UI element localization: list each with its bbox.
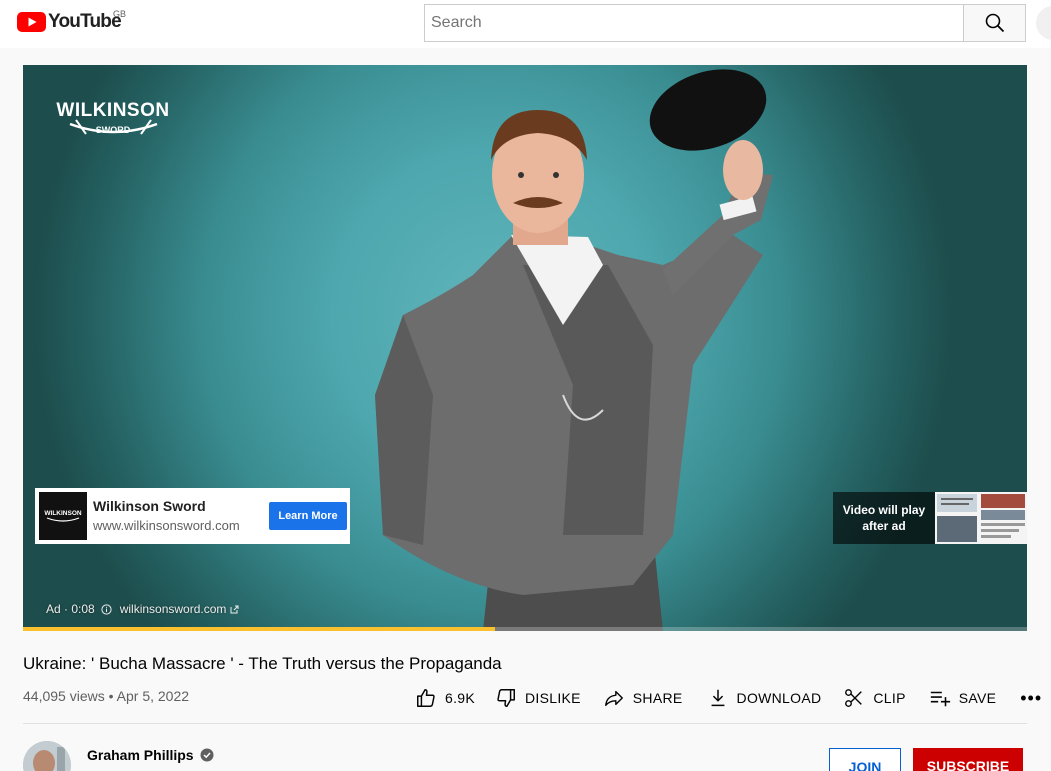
save-label: SAVE — [958, 690, 997, 706]
thumbs-up-icon — [417, 689, 435, 707]
ad-video-figure — [375, 69, 773, 631]
voice-search-button[interactable] — [1036, 6, 1051, 40]
channel-name[interactable]: Graham Phillips — [87, 747, 194, 763]
country-code: GB — [113, 9, 127, 19]
search-input[interactable] — [425, 5, 964, 41]
search-box — [424, 4, 964, 42]
youtube-logo[interactable]: YouTube — [17, 11, 122, 33]
dislike-button[interactable]: DISLIKE — [495, 687, 581, 709]
upcoming-video-thumbnail — [935, 492, 1027, 544]
svg-text:WILKINSON: WILKINSON — [44, 510, 81, 517]
skip-line-1: Video will play — [842, 503, 926, 517]
clip-label: CLIP — [873, 690, 906, 706]
skip-line-2: after ad — [862, 519, 906, 533]
scissors-icon — [845, 689, 863, 707]
view-count: 44,095 views — [23, 688, 105, 704]
video-title: Ukraine: ' Bucha Massacre ' - The Truth … — [23, 654, 502, 673]
ad-companion-card[interactable]: WILKINSON Wilkinson Sword www.wilkinsons… — [35, 488, 350, 544]
channel-name-row: Graham Phillips — [87, 747, 214, 763]
playlist-add-icon — [930, 691, 950, 707]
ad-thumbnail[interactable]: WILKINSON — [39, 492, 87, 540]
ad-advertiser-name: Wilkinson Sword — [93, 498, 206, 514]
thumbs-down-icon — [497, 689, 515, 707]
more-actions-button[interactable]: ••• — [1020, 688, 1042, 709]
thumbnail-collage — [935, 492, 1027, 544]
dislike-label: DISLIKE — [525, 690, 581, 706]
search-button[interactable] — [963, 4, 1026, 42]
download-button[interactable]: DOWNLOAD — [707, 687, 822, 709]
youtube-watch-page: YouTube GB WILKINSON SWORD — [0, 0, 1051, 771]
learn-more-button[interactable]: Learn More — [269, 502, 347, 530]
ad-progress-fill — [23, 627, 495, 631]
ad-timer: Ad · 0:08 — [46, 602, 95, 616]
like-count: 6.9K — [445, 690, 475, 706]
youtube-play-icon — [17, 12, 46, 32]
wilkinson-mini-logo: WILKINSON — [44, 510, 82, 522]
logo-wordmark: YouTube — [48, 11, 122, 32]
share-arrow-icon — [604, 690, 623, 707]
like-button[interactable]: 6.9K — [415, 687, 475, 709]
meta-separator: • — [108, 688, 117, 704]
ad-domain-link[interactable]: wilkinsonsword.com — [120, 602, 227, 616]
video-will-play-box[interactable]: Video will play after ad — [833, 492, 1027, 544]
svg-text:WILKINSON: WILKINSON — [56, 100, 169, 121]
external-link-icon — [230, 605, 239, 613]
subscribe-button[interactable]: SUBSCRIBE — [913, 748, 1023, 771]
video-meta: 44,095 views • Apr 5, 2022 — [23, 687, 189, 705]
video-will-play-text: Video will play after ad — [833, 492, 935, 544]
channel-avatar[interactable] — [23, 741, 71, 771]
ad-url: www.wilkinsonsword.com — [93, 518, 240, 533]
verified-check-icon — [200, 748, 214, 762]
ad-text: Wilkinson Sword www.wilkinsonsword.com — [93, 497, 259, 535]
avatar-image — [23, 741, 71, 771]
clip-button[interactable]: CLIP — [843, 687, 905, 709]
search-icon — [985, 13, 1004, 33]
save-button[interactable]: SAVE — [929, 687, 997, 709]
video-actions: 6.9K DISLIKE SHARE DOWNLOAD CLIP SAVE ••… — [415, 686, 1042, 710]
download-label: DOWNLOAD — [736, 690, 822, 706]
ad-progress-bar[interactable] — [23, 627, 1027, 631]
video-player[interactable]: WILKINSON SWORD WILKINSON Wilkinson Swor… — [23, 65, 1027, 631]
share-button[interactable]: SHARE — [603, 687, 683, 709]
divider — [23, 723, 1027, 724]
svg-text:SWORD: SWORD — [96, 125, 131, 135]
share-label: SHARE — [632, 690, 683, 706]
info-icon[interactable] — [101, 603, 112, 615]
join-button[interactable]: JOIN — [829, 748, 901, 771]
masthead: YouTube GB — [0, 0, 1051, 48]
upload-date: Apr 5, 2022 — [116, 688, 190, 704]
ad-info-bar: Ad · 0:08 wilkinsonsword.com — [46, 601, 239, 617]
wilkinson-sword-logo: WILKINSON SWORD — [56, 100, 169, 135]
download-icon — [711, 689, 724, 707]
